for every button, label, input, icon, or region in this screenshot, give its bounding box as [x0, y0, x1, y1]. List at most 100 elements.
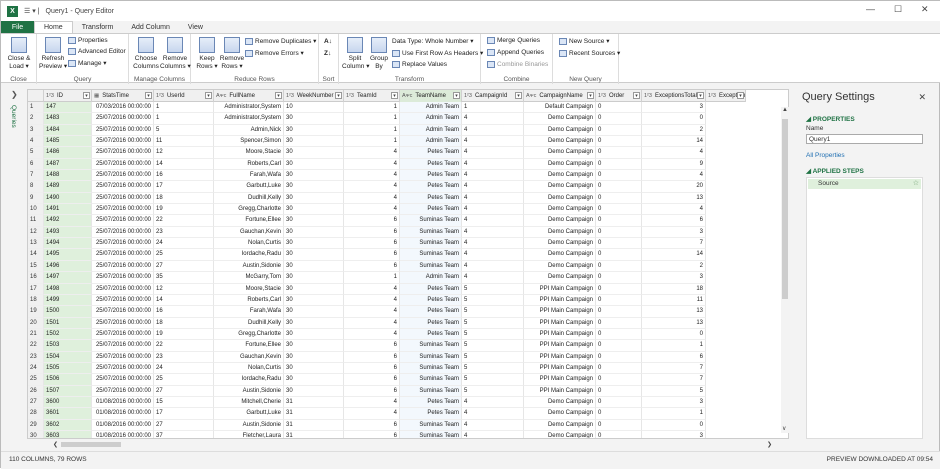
table-cell[interactable]: 1 [344, 102, 400, 114]
table-cell[interactable]: 0 [596, 283, 642, 295]
scroll-left-icon[interactable]: ❮ [53, 441, 58, 448]
table-cell[interactable]: Administrator,System [214, 102, 284, 114]
table-cell[interactable]: Iordache,Radu [214, 374, 284, 386]
table-cell[interactable]: 30 [284, 385, 344, 397]
table-cell[interactable]: Demo Campaign [524, 204, 596, 216]
table-cell[interactable]: 0 [596, 192, 642, 205]
table-cell[interactable]: 25/07/2016 00:00:00 [92, 272, 154, 284]
sort-descending-button[interactable]: Z↓ [324, 50, 331, 57]
table-cell[interactable]: 0 [596, 328, 642, 341]
table-cell[interactable]: 30 [284, 113, 344, 125]
table-cell[interactable]: Moore,Stacie [214, 147, 284, 159]
table-cell[interactable]: 25/07/2016 00:00:00 [92, 147, 154, 159]
table-cell[interactable]: Petes Team [400, 306, 462, 318]
table-cell[interactable]: 25/07/2016 00:00:00 [92, 158, 154, 171]
table-row[interactable]: 24 1505 25/07/2016 00:00:00 24 Nolan,Curtis 3… [28, 362, 706, 375]
table-cell[interactable]: 30 [284, 249, 344, 261]
table-cell[interactable]: 17 [154, 408, 214, 420]
table-row[interactable]: 14 1495 25/07/2016 00:00:00 25 Iordache,Radu… [28, 249, 706, 261]
table-cell[interactable]: Demo Campaign [524, 396, 596, 409]
table-cell[interactable]: 25/07/2016 00:00:00 [92, 362, 154, 375]
table-cell[interactable]: McGarry,Tom [214, 272, 284, 284]
table-cell[interactable]: Admin,Nick [214, 124, 284, 137]
table-cell[interactable]: 25/07/2016 00:00:00 [92, 124, 154, 137]
table-cell[interactable]: 14 [154, 158, 214, 171]
table-cell[interactable]: Demo Campaign [524, 181, 596, 193]
table-cell[interactable]: 1488 [44, 170, 92, 182]
table-row[interactable]: 18 1499 25/07/2016 00:00:00 14 Roberts,Carl 3… [28, 294, 706, 307]
table-cell[interactable]: Farah,Wafa [214, 306, 284, 318]
table-cell[interactable]: 31 [284, 430, 344, 438]
table-cell[interactable]: 4 [344, 396, 400, 409]
table-row[interactable]: 21 1502 25/07/2016 00:00:00 19 Gregg,Charlot… [28, 328, 706, 341]
table-cell[interactable]: Nolan,Curtis [214, 238, 284, 250]
table-cell[interactable]: PPI Main Campaign [524, 374, 596, 386]
table-cell[interactable]: 4 [462, 272, 524, 284]
table-cell[interactable]: 25/07/2016 00:00:00 [92, 351, 154, 363]
table-cell[interactable]: 4 [462, 419, 524, 431]
recent-sources-button[interactable]: Recent Sources ▾ [559, 49, 620, 57]
table-cell[interactable]: 30 [284, 317, 344, 329]
table-cell[interactable]: Austin,Sidonie [214, 385, 284, 397]
table-cell[interactable]: 5 [462, 351, 524, 363]
table-cell[interactable]: 6 [344, 419, 400, 431]
table-cell[interactable]: 6 [344, 215, 400, 227]
table-cell[interactable]: 3 [642, 102, 706, 114]
table-row[interactable]: 25 1506 25/07/2016 00:00:00 25 Iordache,Radu… [28, 374, 706, 386]
table-cell[interactable]: 0 [596, 351, 642, 363]
table-cell[interactable]: 2 [642, 260, 706, 273]
table-row[interactable]: 11 1492 25/07/2016 00:00:00 22 Fortune,Ellee… [28, 215, 706, 227]
column-header-order[interactable]: 1²3 Order ▾ [596, 90, 642, 102]
split-column-button[interactable]: Split Column ▾ [342, 37, 369, 70]
table-cell[interactable]: 13 [642, 192, 706, 205]
table-cell[interactable]: 17 [154, 181, 214, 193]
table-cell[interactable]: 0 [596, 294, 642, 307]
table-cell[interactable]: PPI Main Campaign [524, 362, 596, 375]
table-cell[interactable]: 0 [596, 102, 642, 114]
table-cell[interactable]: 4 [462, 226, 524, 239]
table-cell[interactable]: Petes Team [400, 204, 462, 216]
tab-add-column[interactable]: Add Column [122, 21, 179, 33]
table-cell[interactable]: 0 [596, 136, 642, 148]
table-cell[interactable]: Austin,Sidonie [214, 260, 284, 273]
column-header-exceptionstotal[interactable]: 1²3 ExceptionsTotal ▾ [642, 90, 706, 102]
table-cell[interactable]: 10 [284, 102, 344, 114]
query-name-input[interactable]: Query1 [806, 134, 923, 144]
table-cell[interactable]: 20 [642, 181, 706, 193]
row-number-cell[interactable]: 5 [28, 147, 44, 159]
table-cell[interactable]: Suminas Team [400, 430, 462, 438]
table-cell[interactable]: Demo Campaign [524, 147, 596, 159]
table-cell[interactable]: 3 [642, 226, 706, 239]
table-cell[interactable]: 24 [154, 362, 214, 375]
vertical-scroll-thumb[interactable] [782, 119, 788, 299]
table-cell[interactable]: 4 [462, 396, 524, 409]
table-cell[interactable]: 1491 [44, 204, 92, 216]
table-cell[interactable]: 6 [344, 340, 400, 352]
table-cell[interactable]: 1 [642, 340, 706, 352]
table-cell[interactable]: 4 [344, 147, 400, 159]
table-cell[interactable]: 0 [596, 170, 642, 182]
table-cell[interactable]: 30 [284, 362, 344, 375]
column-header-teamid[interactable]: 1²3 TeamId ▾ [344, 90, 400, 102]
remove-rows-button[interactable]: Remove Rows ▾ [219, 37, 245, 70]
table-cell[interactable]: Petes Team [400, 283, 462, 295]
table-cell[interactable]: Suminas Team [400, 238, 462, 250]
table-cell[interactable]: 30 [284, 192, 344, 205]
properties-header[interactable]: ◢ PROPERTIES [806, 115, 855, 123]
minimize-button[interactable]: — [866, 4, 875, 14]
table-cell[interactable]: 0 [596, 147, 642, 159]
table-cell[interactable]: 5 [462, 283, 524, 295]
table-cell[interactable]: 1493 [44, 226, 92, 239]
scroll-up-icon[interactable]: ▲ [782, 107, 788, 113]
table-cell[interactable]: 37 [154, 430, 214, 438]
row-number-cell[interactable]: 8 [28, 181, 44, 193]
table-cell[interactable]: 01/08/2016 00:00:00 [92, 396, 154, 409]
table-cell[interactable]: 1 [344, 124, 400, 137]
combine-binaries-button[interactable]: Combine Binaries [487, 61, 548, 68]
table-cell[interactable]: 7 [642, 362, 706, 375]
refresh-preview-button[interactable]: Refresh Preview ▾ [39, 37, 67, 70]
table-cell[interactable]: PPI Main Campaign [524, 306, 596, 318]
table-cell[interactable]: Default Campaign [524, 102, 596, 114]
row-number-cell[interactable]: 28 [28, 408, 44, 420]
table-cell[interactable]: 25/07/2016 00:00:00 [92, 249, 154, 261]
